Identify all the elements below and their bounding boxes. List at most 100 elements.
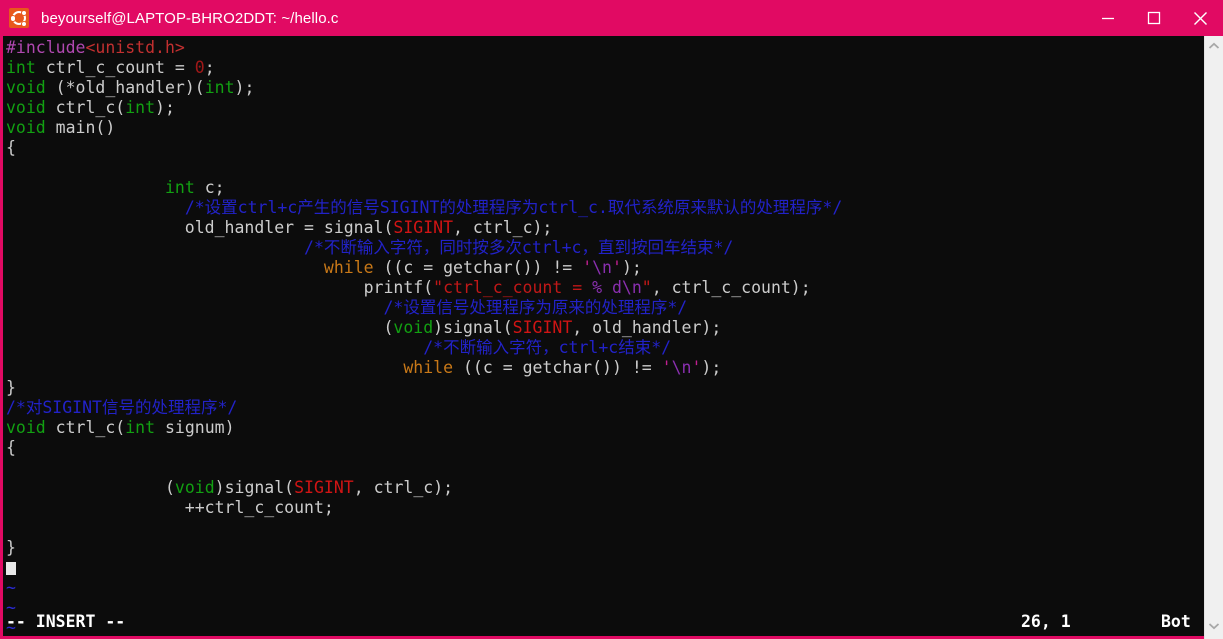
code-token: void xyxy=(6,418,46,437)
text-cursor xyxy=(6,562,16,575)
code-line: ++ctrl_c_count; xyxy=(6,498,1198,518)
code-token: c; xyxy=(195,178,225,197)
code-token: ( xyxy=(6,478,175,497)
code-line: void ctrl_c(int); xyxy=(6,98,1198,118)
code-token: { xyxy=(6,138,16,157)
code-line: /*对SIGINT信号的处理程序*/ xyxy=(6,398,1198,418)
code-token: )signal( xyxy=(215,478,294,497)
window-title: beyourself@LAPTOP-BHRO2DDT: ~/hello.c xyxy=(41,10,339,27)
window-titlebar[interactable]: beyourself@LAPTOP-BHRO2DDT: ~/hello.c xyxy=(0,0,1223,36)
code-line: /*设置ctrl+c产生的信号SIGINT的处理程序为ctrl_c.取代系统原来… xyxy=(6,198,1198,218)
code-token: ); xyxy=(701,358,721,377)
code-line: (void)signal(SIGINT, ctrl_c); xyxy=(6,478,1198,498)
code-token: } xyxy=(6,378,16,397)
ubuntu-logo-icon xyxy=(9,8,29,28)
code-token: ((c = getchar()) != xyxy=(453,358,662,377)
code-token: "ctrl_c_count = xyxy=(433,278,592,297)
code-token: ++ctrl_c_count; xyxy=(6,498,334,517)
code-token: 0 xyxy=(195,58,205,77)
code-token: ; xyxy=(205,58,215,77)
code-line: printf("ctrl_c_count = % d\n", ctrl_c_co… xyxy=(6,278,1198,298)
code-token: (*old_handler)( xyxy=(46,78,205,97)
code-line: void ctrl_c(int signum) xyxy=(6,418,1198,438)
vim-tilde-line xyxy=(6,558,1198,578)
chevron-up-icon[interactable] xyxy=(1205,37,1223,55)
code-token xyxy=(6,338,423,357)
code-token: ' xyxy=(691,358,701,377)
code-token: /*设置信号处理程序为原来的处理程序*/ xyxy=(384,298,688,317)
code-token: int xyxy=(205,78,235,97)
vim-mode-indicator: -- INSERT -- xyxy=(6,611,125,633)
close-button[interactable] xyxy=(1177,0,1223,36)
code-line: } xyxy=(6,538,1198,558)
code-area[interactable]: #include<unistd.h>int ctrl_c_count = 0;v… xyxy=(6,38,1198,558)
code-line: (void)signal(SIGINT, old_handler); xyxy=(6,318,1198,338)
terminal-body[interactable]: #include<unistd.h>int ctrl_c_count = 0;v… xyxy=(0,36,1223,639)
code-line: while ((c = getchar()) != '\n'); xyxy=(6,358,1198,378)
maximize-button[interactable] xyxy=(1131,0,1177,36)
code-token: , old_handler); xyxy=(572,318,721,337)
code-line: { xyxy=(6,138,1198,158)
code-token: \n xyxy=(672,358,692,377)
code-token: SIGINT xyxy=(294,478,354,497)
code-token: void xyxy=(6,98,46,117)
code-token xyxy=(6,358,403,377)
code-token xyxy=(6,238,304,257)
code-token: old_handler = signal( xyxy=(6,218,393,237)
code-line: /*设置信号处理程序为原来的处理程序*/ xyxy=(6,298,1198,318)
vim-editor-screen[interactable]: #include<unistd.h>int ctrl_c_count = 0;v… xyxy=(6,38,1198,636)
code-token: void xyxy=(6,118,46,137)
code-token: ' xyxy=(612,258,622,277)
minimize-button[interactable] xyxy=(1085,0,1131,36)
code-token: SIGINT xyxy=(513,318,573,337)
code-token: void xyxy=(6,78,46,97)
code-line: #include<unistd.h> xyxy=(6,38,1198,58)
code-token: , ctrl_c_count); xyxy=(652,278,811,297)
code-token xyxy=(6,198,185,217)
code-token: int xyxy=(6,58,36,77)
code-line: int ctrl_c_count = 0; xyxy=(6,58,1198,78)
vertical-scrollbar[interactable] xyxy=(1204,36,1223,639)
code-token: printf( xyxy=(6,278,433,297)
code-token: void xyxy=(175,478,215,497)
code-line: /*不断输入字符，同时按多次ctrl+c，直到按回车结束*/ xyxy=(6,238,1198,258)
code-line: while ((c = getchar()) != '\n'); xyxy=(6,258,1198,278)
chevron-down-icon[interactable] xyxy=(1205,617,1223,635)
code-line xyxy=(6,458,1198,478)
code-token: signum) xyxy=(155,418,234,437)
code-line: /*不断输入字符，ctrl+c结束*/ xyxy=(6,338,1198,358)
code-token: ctrl_c_count = xyxy=(36,58,195,77)
code-token: ctrl_c( xyxy=(46,418,125,437)
code-token: } xyxy=(6,538,16,557)
code-token: /*不断输入字符，同时按多次ctrl+c，直到按回车结束*/ xyxy=(304,238,733,257)
window-controls xyxy=(1085,0,1223,36)
vim-tilde-line: ~ xyxy=(6,578,1198,598)
code-token: int xyxy=(125,418,155,437)
code-line: { xyxy=(6,438,1198,458)
code-token: ctrl_c( xyxy=(46,98,125,117)
code-token: ); xyxy=(235,78,255,97)
code-token xyxy=(6,178,165,197)
code-token: % d xyxy=(592,278,622,297)
code-token: /*设置ctrl+c产生的信号SIGINT的处理程序为ctrl_c.取代系统原来… xyxy=(185,198,842,217)
code-line xyxy=(6,158,1198,178)
tilde-marker: ~ xyxy=(6,578,16,597)
code-line: } xyxy=(6,378,1198,398)
code-line: void (*old_handler)(int); xyxy=(6,78,1198,98)
code-token: main() xyxy=(46,118,116,137)
code-line: void main() xyxy=(6,118,1198,138)
cursor-position: 26, 1 xyxy=(1021,611,1071,633)
code-token: { xyxy=(6,438,16,457)
code-token: SIGINT xyxy=(393,218,453,237)
code-token: \n xyxy=(592,258,612,277)
code-token: )signal( xyxy=(433,318,512,337)
code-token: int xyxy=(165,178,195,197)
scroll-location: Bot xyxy=(1161,611,1191,633)
code-token: ((c = getchar()) != xyxy=(374,258,583,277)
code-token: ); xyxy=(622,258,642,277)
code-token: \n xyxy=(622,278,642,297)
code-line: old_handler = signal(SIGINT, ctrl_c); xyxy=(6,218,1198,238)
vim-statusline: -- INSERT -- 26, 1 Bot xyxy=(6,611,1198,633)
code-token: , ctrl_c); xyxy=(354,478,453,497)
code-token xyxy=(6,258,324,277)
